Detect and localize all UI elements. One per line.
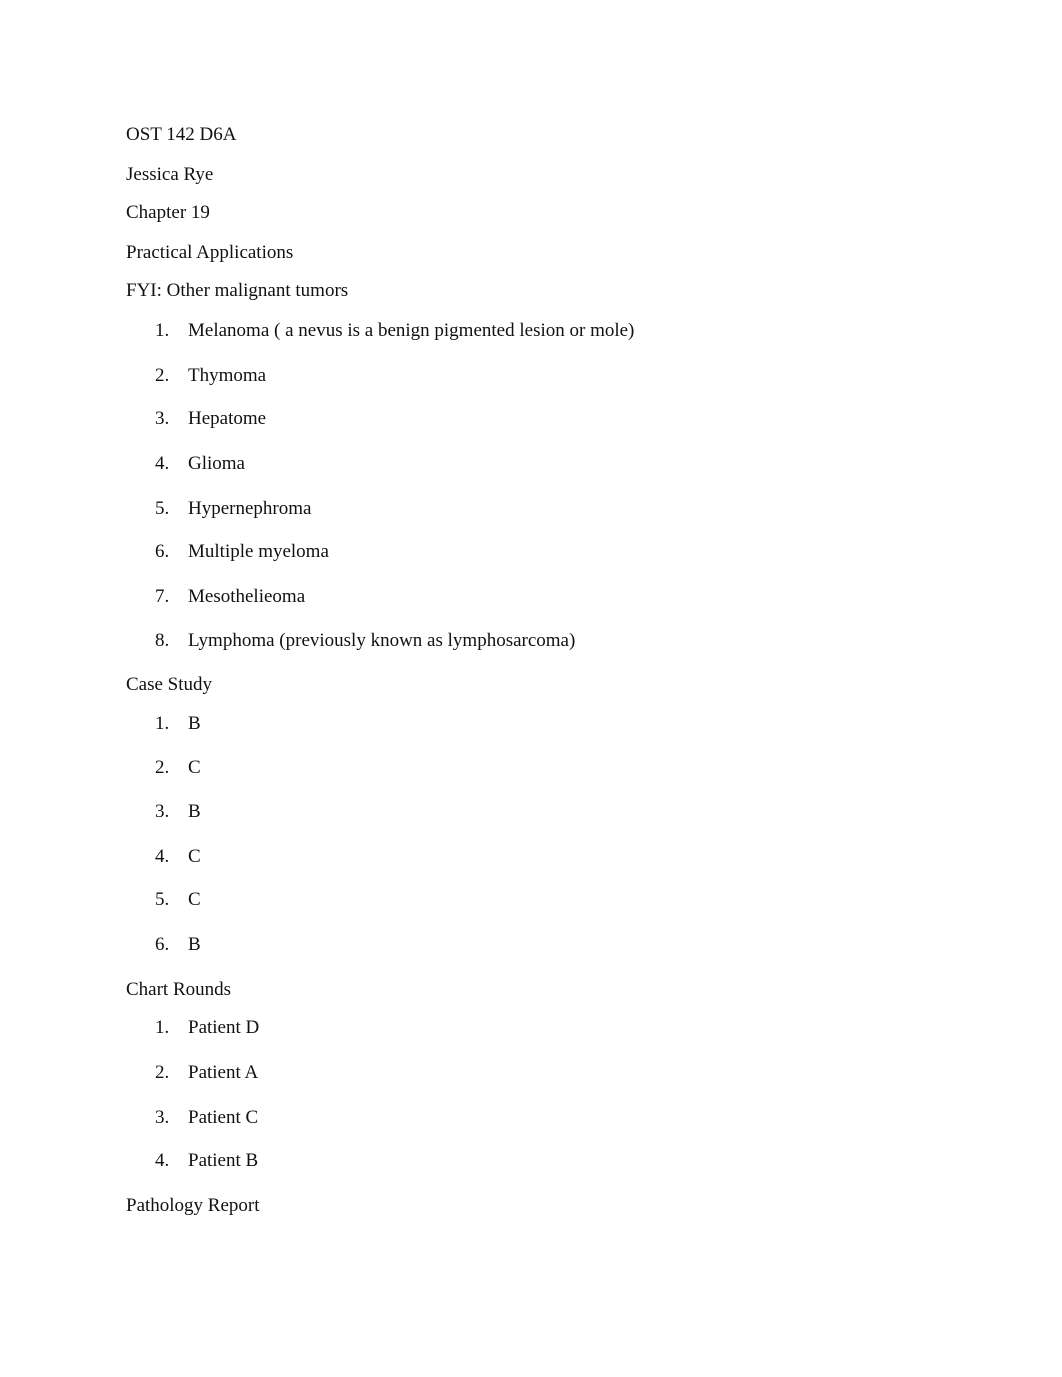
list-text: Patient D bbox=[188, 1017, 260, 1038]
list-number: 4. bbox=[155, 846, 170, 867]
list-text: C bbox=[188, 846, 201, 867]
list-number: 2. bbox=[155, 365, 170, 386]
fyi-heading: FYI: Other malignant tumors bbox=[126, 280, 349, 301]
list-text: Hepatome bbox=[188, 408, 267, 429]
list-text: B bbox=[188, 801, 201, 822]
list-text: Melanoma ( a nevus is a benign pigmented… bbox=[188, 320, 635, 341]
list-text: Patient A bbox=[188, 1062, 259, 1083]
list-text: Glioma bbox=[188, 453, 245, 474]
list-text: Hypernephroma bbox=[188, 498, 312, 519]
list-text: Patient B bbox=[188, 1150, 259, 1171]
list-text: C bbox=[188, 889, 201, 910]
list-number: 7. bbox=[155, 586, 170, 607]
list-number: 3. bbox=[155, 801, 170, 822]
list-number: 1. bbox=[155, 713, 170, 734]
list-number: 2. bbox=[155, 1062, 170, 1083]
list-number: 4. bbox=[155, 453, 170, 474]
chart-rounds-heading: Chart Rounds bbox=[126, 979, 232, 1000]
list-number: 1. bbox=[155, 1017, 170, 1038]
list-number: 3. bbox=[155, 1107, 170, 1128]
student-name: Jessica Rye bbox=[126, 164, 214, 185]
list-number: 6. bbox=[155, 934, 170, 955]
chapter-title: Chapter 19 bbox=[126, 202, 210, 223]
list-number: 5. bbox=[155, 498, 170, 519]
list-text: C bbox=[188, 757, 201, 778]
list-text: Mesothelieoma bbox=[188, 586, 306, 607]
list-text: Multiple myeloma bbox=[188, 541, 329, 562]
section-title: Practical Applications bbox=[126, 242, 294, 263]
pathology-report-heading: Pathology Report bbox=[126, 1195, 260, 1216]
course-code: OST 142 D6A bbox=[126, 124, 237, 145]
list-number: 1. bbox=[155, 320, 170, 341]
list-number: 6. bbox=[155, 541, 170, 562]
list-text: B bbox=[188, 934, 201, 955]
list-text: Lymphoma (previously known as lymphosarc… bbox=[188, 630, 576, 651]
list-number: 8. bbox=[155, 630, 170, 651]
case-study-heading: Case Study bbox=[126, 674, 213, 695]
list-text: Patient C bbox=[188, 1107, 259, 1128]
document-page: OST 142 D6A Jessica Rye Chapter 19 Pract… bbox=[0, 0, 1062, 1377]
list-number: 5. bbox=[155, 889, 170, 910]
list-text: Thymoma bbox=[188, 365, 267, 386]
list-text: B bbox=[188, 713, 201, 734]
list-number: 4. bbox=[155, 1150, 170, 1171]
list-number: 3. bbox=[155, 408, 170, 429]
list-number: 2. bbox=[155, 757, 170, 778]
